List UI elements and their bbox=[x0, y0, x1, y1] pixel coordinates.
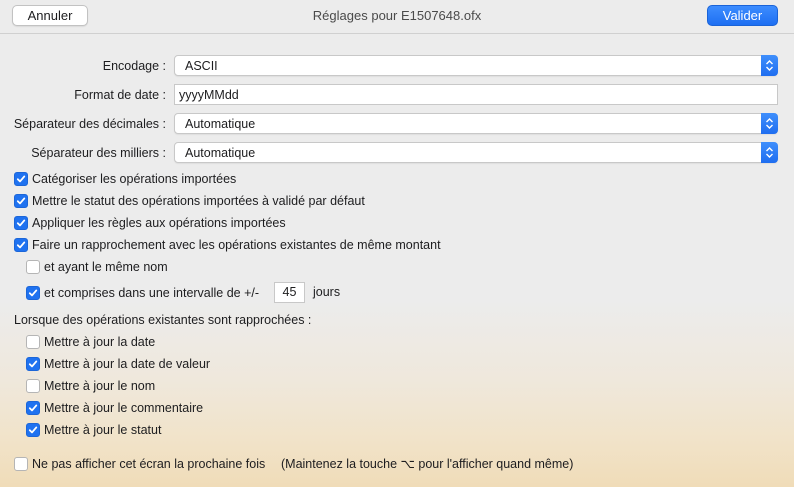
select-arrows-icon bbox=[761, 113, 778, 134]
checkbox-checked[interactable] bbox=[14, 194, 28, 208]
select-arrows-icon bbox=[761, 142, 778, 163]
interval-days-field[interactable]: 45 bbox=[274, 282, 305, 303]
checkbox-checked[interactable] bbox=[26, 286, 40, 300]
option-label: Ne pas afficher cet écran la prochaine f… bbox=[32, 457, 266, 471]
date-format-field[interactable]: yyyyMMdd bbox=[174, 84, 778, 105]
checkbox-checked[interactable] bbox=[14, 172, 28, 186]
thousands-separator-label: Séparateur des milliers : bbox=[31, 146, 166, 160]
checkmark-icon bbox=[16, 197, 26, 205]
decimal-separator-select[interactable]: Automatique bbox=[174, 113, 778, 134]
decimal-separator-label: Séparateur des décimales : bbox=[13, 117, 166, 131]
checkmark-icon bbox=[16, 241, 26, 249]
thousands-separator-select[interactable]: Automatique bbox=[174, 142, 778, 163]
option-label: et ayant le même nom bbox=[44, 260, 168, 274]
checkbox-checked[interactable] bbox=[14, 238, 28, 252]
select-arrows-icon bbox=[761, 55, 778, 76]
option-label: Mettre à jour le commentaire bbox=[44, 401, 204, 415]
option-label: Catégoriser les opérations importées bbox=[32, 172, 237, 186]
option-label: Faire un rapprochement avec les opératio… bbox=[32, 238, 441, 252]
checkbox-unchecked[interactable] bbox=[14, 457, 28, 471]
encoding-label: Encodage : bbox=[102, 59, 166, 73]
checkmark-icon bbox=[16, 219, 26, 227]
title-bar: Annuler Réglages pour E1507648.ofx Valid… bbox=[0, 0, 794, 34]
checkmark-icon bbox=[28, 404, 38, 412]
date-format-label: Format de date : bbox=[74, 88, 166, 102]
confirm-button[interactable]: Valider bbox=[707, 5, 778, 26]
encoding-value: ASCII bbox=[185, 59, 218, 73]
checkbox-unchecked[interactable] bbox=[26, 379, 40, 393]
checkmark-icon bbox=[28, 360, 38, 368]
encoding-select[interactable]: ASCII bbox=[174, 55, 778, 76]
option-label: Mettre à jour le nom bbox=[44, 379, 156, 393]
reconcile-heading: Lorsque des opérations existantes sont r… bbox=[14, 313, 312, 327]
checkmark-icon bbox=[16, 175, 26, 183]
checkmark-icon bbox=[28, 426, 38, 434]
checkbox-checked[interactable] bbox=[26, 357, 40, 371]
checkbox-unchecked[interactable] bbox=[26, 335, 40, 349]
option-label: et comprises dans une intervalle de +/- bbox=[44, 286, 260, 300]
checkbox-checked[interactable] bbox=[26, 423, 40, 437]
interval-unit-label: jours bbox=[313, 285, 341, 299]
checkbox-checked[interactable] bbox=[14, 216, 28, 230]
decimal-separator-value: Automatique bbox=[185, 117, 256, 131]
checkbox-checked[interactable] bbox=[26, 401, 40, 415]
date-format-value: yyyyMMdd bbox=[179, 88, 239, 102]
option-label: Mettre à jour la date de valeur bbox=[44, 357, 211, 371]
option-label: Mettre à jour la date bbox=[44, 335, 156, 349]
option-key-hint: (Maintenez la touche ⌥ pour l'afficher q… bbox=[281, 457, 574, 471]
thousands-separator-value: Automatique bbox=[185, 146, 256, 160]
window-title: Réglages pour E1507648.ofx bbox=[312, 8, 482, 23]
option-label: Mettre le statut des opérations importée… bbox=[32, 194, 365, 208]
settings-sheet: Annuler Réglages pour E1507648.ofx Valid… bbox=[0, 0, 794, 487]
checkbox-unchecked[interactable] bbox=[26, 260, 40, 274]
checkmark-icon bbox=[28, 289, 38, 297]
option-label: Appliquer les règles aux opérations impo… bbox=[32, 216, 286, 230]
option-label: Mettre à jour le statut bbox=[44, 423, 162, 437]
